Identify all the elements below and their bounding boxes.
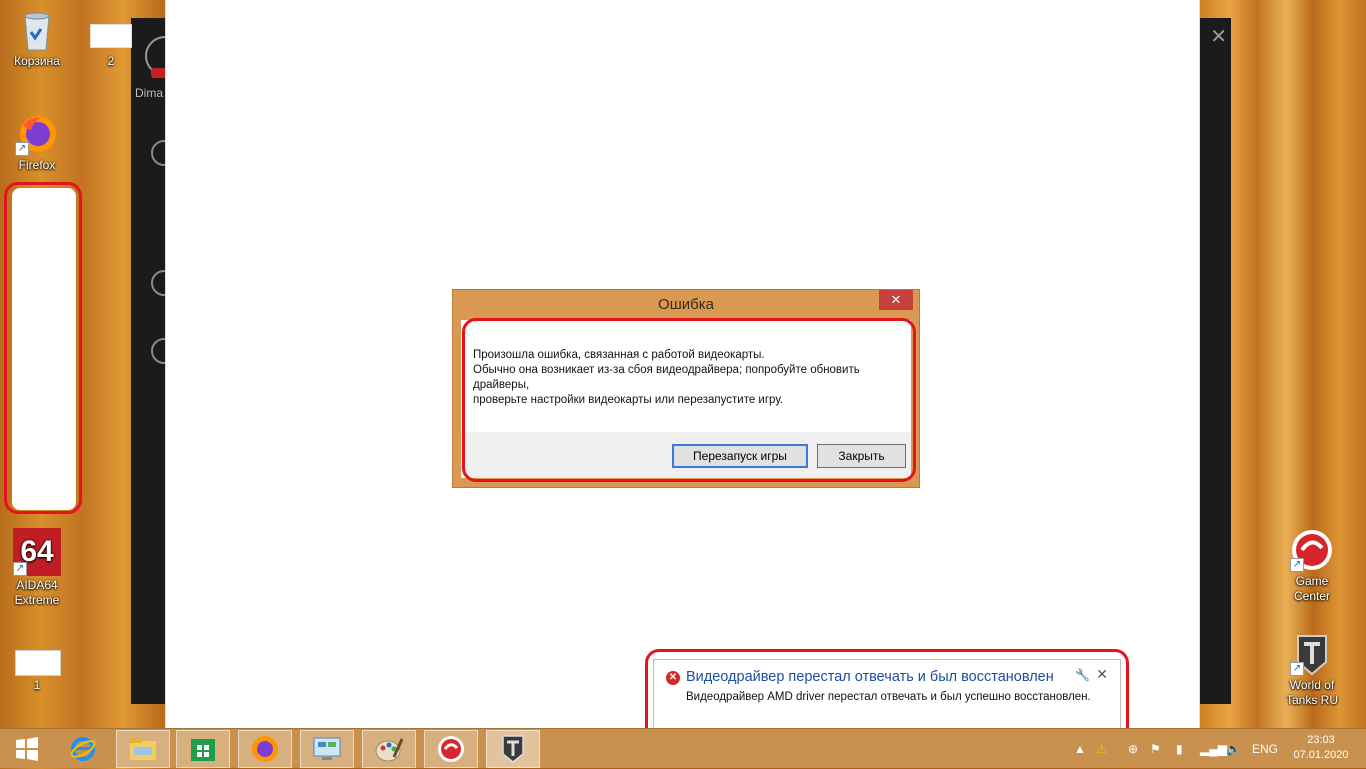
highlight-ring-desktop xyxy=(4,182,82,514)
desktop-icon-recycle-bin[interactable]: Корзина xyxy=(1,8,73,69)
taskbar-paint[interactable] xyxy=(362,730,416,768)
aida64-icon: 64 ↗ xyxy=(13,528,61,576)
desktop-icon-world-of-tanks[interactable]: ↗ World of Tanks RU xyxy=(1276,632,1348,708)
store-icon xyxy=(191,739,215,761)
clock[interactable]: 23:03 07.01.2020 xyxy=(1290,733,1352,763)
taskbar-explorer[interactable] xyxy=(116,730,170,768)
firefox-icon: ↗ xyxy=(15,112,59,156)
control-panel-icon xyxy=(313,737,341,760)
world-of-tanks-icon: ↗ xyxy=(1290,632,1334,676)
document-icon xyxy=(89,24,133,52)
taskbar-store[interactable] xyxy=(176,730,230,768)
network-settings-icon[interactable]: ⊕ xyxy=(1128,729,1138,769)
clock-date: 07.01.2020 xyxy=(1293,749,1349,761)
aida64-label-line1: AIDA64 xyxy=(16,578,58,592)
wot-label-line2: Tanks RU xyxy=(1285,693,1338,707)
clock-time: 23:03 xyxy=(1307,734,1335,746)
aida64-label-line2: Extreme xyxy=(14,593,60,607)
taskbar-game-center[interactable] xyxy=(424,730,478,768)
game-center-icon xyxy=(438,736,464,762)
start-button[interactable] xyxy=(0,730,54,768)
signal-icon[interactable]: ▂▄▆ xyxy=(1200,729,1227,769)
shortcut-arrow-icon: ↗ xyxy=(15,142,29,156)
desktop-icon-firefox[interactable]: ↗ Firefox xyxy=(1,112,73,173)
ie-icon xyxy=(70,737,96,761)
desktop-icon-file-2[interactable]: 2 xyxy=(75,24,147,69)
volume-icon[interactable]: 🔈 xyxy=(1226,729,1241,769)
taskbar-world-of-tanks[interactable] xyxy=(486,730,540,768)
highlight-ring-dialog xyxy=(462,318,916,482)
shortcut-arrow-icon: ↗ xyxy=(1290,558,1304,572)
desktop-icon-aida64[interactable]: 64 ↗ AIDA64 Extreme xyxy=(1,528,73,608)
game-center-label: Game Center xyxy=(1293,574,1331,603)
start-icon xyxy=(16,737,38,761)
power-icon[interactable]: ▮ xyxy=(1176,729,1183,769)
taskbar-control-panel[interactable] xyxy=(300,730,354,768)
document-icon xyxy=(15,650,61,676)
shortcut-arrow-icon: ↗ xyxy=(1290,662,1304,676)
launcher-close-icon[interactable]: ✕ xyxy=(1210,24,1227,49)
show-hidden-icons[interactable]: ▲ xyxy=(1074,729,1086,769)
dialog-title: Ошибка xyxy=(658,296,714,313)
taskbar: ▲ ⚠ ⊕ ⚑ ▮ ▂▄▆ 🔈 ENG 23:03 07.01.2020 xyxy=(0,728,1366,768)
recycle-bin-label: Корзина xyxy=(14,54,60,68)
action-center-flag-icon[interactable]: ⚑ xyxy=(1150,729,1161,769)
desktop-icon-file-1[interactable]: 1 xyxy=(1,650,73,693)
explorer-icon xyxy=(130,738,156,760)
firefox-icon xyxy=(252,736,278,762)
taskbar-firefox[interactable] xyxy=(238,730,292,768)
world-of-tanks-icon xyxy=(502,735,524,763)
warning-icon[interactable]: ⚠ xyxy=(1096,729,1107,769)
recycle-bin-icon xyxy=(15,8,59,52)
dialog-close-button[interactable]: ✕ xyxy=(879,290,913,310)
language-indicator[interactable]: ENG xyxy=(1252,729,1278,769)
game-center-icon: ↗ xyxy=(1290,528,1334,572)
firefox-label: Firefox xyxy=(18,158,56,172)
desktop-icon-game-center[interactable]: ↗ Game Center xyxy=(1276,528,1348,604)
wot-label-line1: World of xyxy=(1289,678,1335,692)
file-2-label: 2 xyxy=(107,54,115,68)
file-1-label: 1 xyxy=(33,678,41,692)
shortcut-arrow-icon: ↗ xyxy=(13,562,27,576)
paint-icon xyxy=(375,738,404,762)
username-label: Dima xyxy=(135,86,164,100)
taskbar-ie[interactable] xyxy=(56,730,110,768)
